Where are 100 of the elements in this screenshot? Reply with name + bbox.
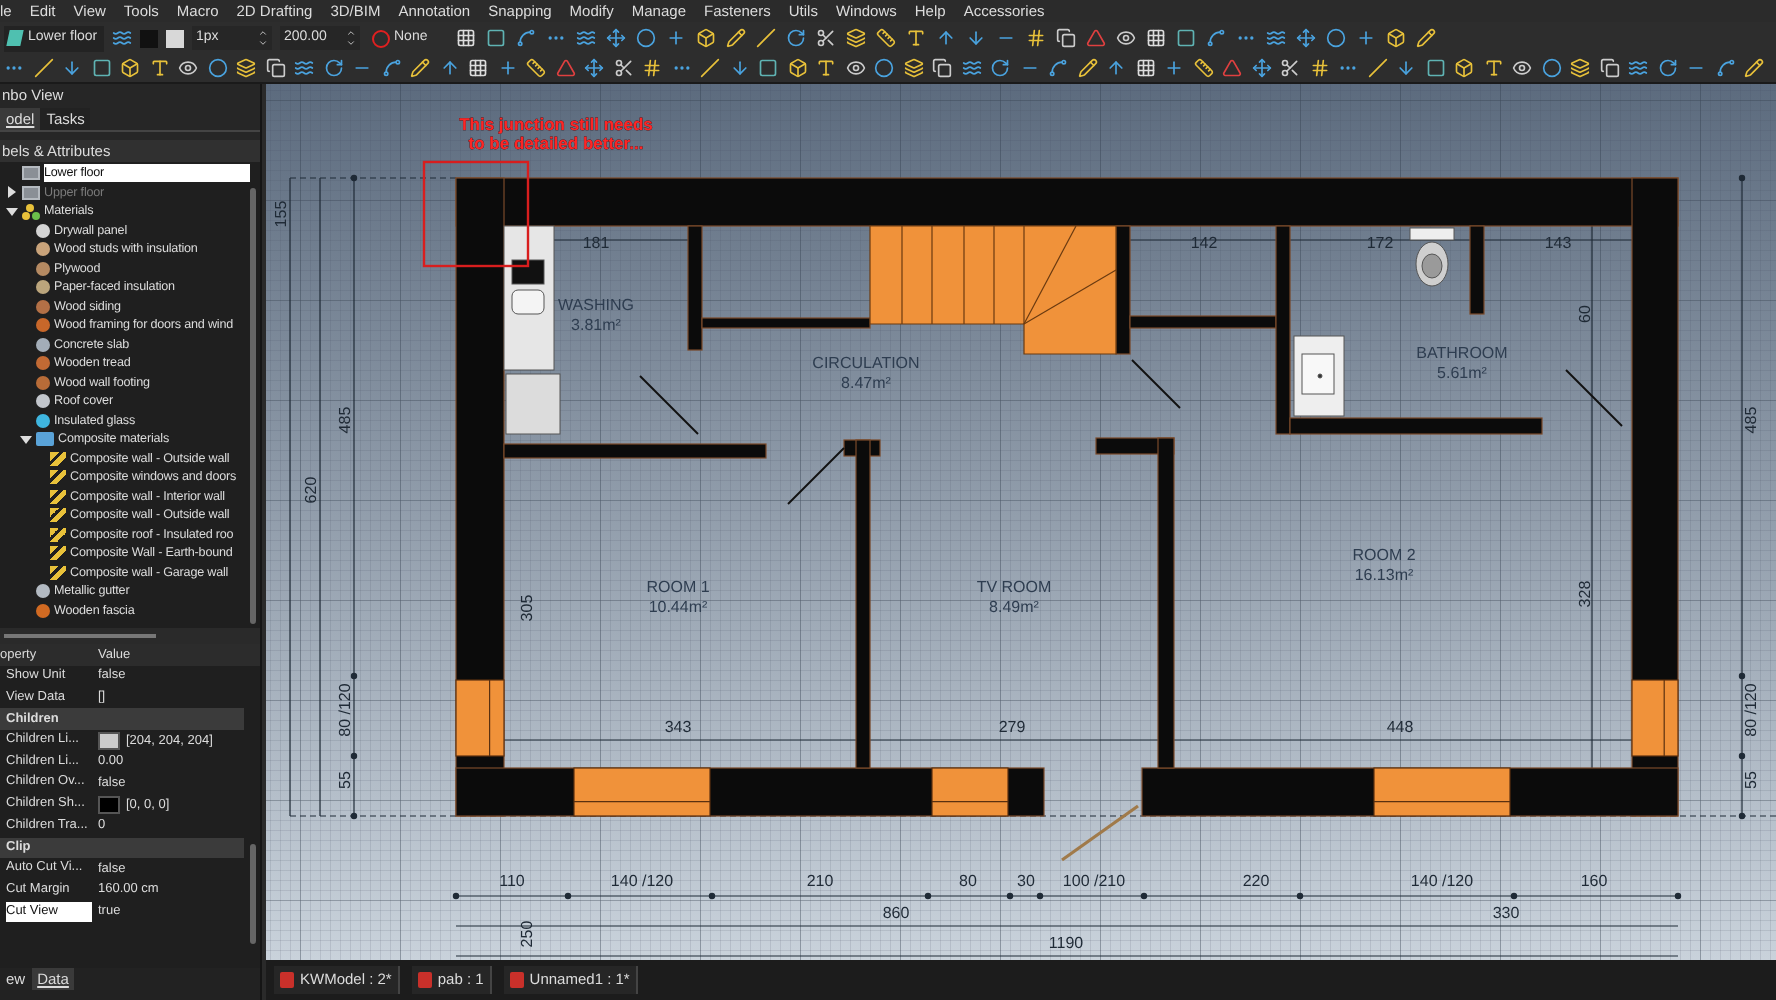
square-icon[interactable]	[1175, 28, 1196, 48]
grid-icon[interactable]	[1145, 28, 1166, 48]
curve-icon[interactable]	[381, 58, 401, 78]
arrow-up-icon[interactable]	[1106, 58, 1126, 78]
layers-icon[interactable]	[1570, 58, 1590, 78]
circle-icon[interactable]	[1325, 28, 1346, 48]
spin-arrows-icon[interactable]	[258, 28, 268, 48]
wave-icon[interactable]	[575, 28, 596, 48]
cube-icon[interactable]	[695, 28, 716, 48]
copy-icon[interactable]	[932, 58, 952, 78]
color-swatch[interactable]	[98, 795, 120, 814]
arrow-down-icon[interactable]	[1396, 58, 1416, 78]
layers-icon[interactable]	[236, 58, 256, 78]
line-icon[interactable]	[33, 58, 53, 78]
copy-icon[interactable]	[1599, 58, 1619, 78]
triangle-icon[interactable]	[555, 58, 575, 78]
scrollbar-thumb[interactable]	[250, 844, 256, 944]
letter-icon[interactable]	[816, 58, 836, 78]
grid-icon[interactable]	[1135, 58, 1155, 78]
copy-icon[interactable]	[265, 58, 285, 78]
circle-icon[interactable]	[1541, 58, 1561, 78]
plus-icon[interactable]	[1164, 58, 1184, 78]
cube-icon[interactable]	[120, 58, 140, 78]
cube-icon[interactable]	[1385, 28, 1406, 48]
hash-icon[interactable]	[1025, 28, 1046, 48]
eye-icon[interactable]	[845, 58, 865, 78]
rotate-icon[interactable]	[990, 58, 1010, 78]
room-name: WASHING	[558, 296, 634, 314]
circle-icon[interactable]	[207, 58, 227, 78]
letter-icon[interactable]	[149, 58, 169, 78]
wave-icon[interactable]	[294, 58, 314, 78]
arrow-down-icon[interactable]	[62, 58, 82, 78]
ruler-icon[interactable]	[875, 28, 896, 48]
line-icon[interactable]	[1367, 58, 1387, 78]
move-icon[interactable]	[584, 58, 604, 78]
scissors-icon[interactable]	[1280, 58, 1300, 78]
scissors-icon[interactable]	[613, 58, 633, 78]
layers-icon[interactable]	[845, 28, 866, 48]
arrow-up-icon[interactable]	[439, 58, 459, 78]
pencil-icon[interactable]	[410, 58, 430, 78]
pencil-icon[interactable]	[1744, 58, 1764, 78]
ruler-icon[interactable]	[1193, 58, 1213, 78]
color-swatch[interactable]	[98, 731, 120, 750]
hash-icon[interactable]	[1309, 58, 1329, 78]
ruler-icon[interactable]	[526, 58, 546, 78]
scissors-icon[interactable]	[815, 28, 836, 48]
arrow-down-icon[interactable]	[965, 28, 986, 48]
dimension-label: 485	[336, 406, 354, 434]
pencil-icon[interactable]	[725, 28, 746, 48]
square-icon[interactable]	[91, 58, 111, 78]
rotate-icon[interactable]	[323, 58, 343, 78]
line-color-swatch[interactable]	[140, 29, 158, 47]
eye-icon[interactable]	[178, 58, 198, 78]
pencil-icon[interactable]	[1077, 58, 1097, 78]
curve-icon[interactable]	[1715, 58, 1735, 78]
rotate-icon[interactable]	[785, 28, 806, 48]
circle-icon[interactable]	[874, 58, 894, 78]
eye-icon[interactable]	[1115, 28, 1136, 48]
eye-icon[interactable]	[1512, 58, 1532, 78]
layers-icon[interactable]	[903, 58, 923, 78]
triangle-icon[interactable]	[1222, 58, 1242, 78]
square-icon[interactable]	[485, 28, 506, 48]
line-icon[interactable]	[700, 58, 720, 78]
line-icon[interactable]	[755, 28, 776, 48]
wave-icon[interactable]	[1628, 58, 1648, 78]
spin-arrows-icon[interactable]	[346, 28, 356, 48]
dimension-label: 30	[1017, 872, 1035, 890]
copy-icon[interactable]	[1055, 28, 1076, 48]
plus-icon[interactable]	[1355, 28, 1376, 48]
letter-icon[interactable]	[1483, 58, 1503, 78]
rotate-icon[interactable]	[1657, 58, 1677, 78]
hash-icon[interactable]	[642, 58, 662, 78]
letter-icon[interactable]	[905, 28, 926, 48]
cube-icon[interactable]	[1454, 58, 1474, 78]
cube-icon[interactable]	[787, 58, 807, 78]
move-icon[interactable]	[1295, 28, 1316, 48]
dimension-label: 142	[1190, 234, 1218, 252]
scrollbar-thumb[interactable]	[4, 634, 156, 638]
pencil-icon[interactable]	[1415, 28, 1436, 48]
curve-icon[interactable]	[515, 28, 536, 48]
room-area: 3.81m²	[571, 316, 621, 334]
grid-icon[interactable]	[455, 28, 476, 48]
move-icon[interactable]	[605, 28, 626, 48]
arrow-up-icon[interactable]	[935, 28, 956, 48]
curve-icon[interactable]	[1205, 28, 1226, 48]
square-icon[interactable]	[758, 58, 778, 78]
wave-icon[interactable]	[112, 28, 132, 48]
plus-icon[interactable]	[497, 58, 517, 78]
grid-icon[interactable]	[468, 58, 488, 78]
plus-icon[interactable]	[665, 28, 686, 48]
wave-icon[interactable]	[961, 58, 981, 78]
move-icon[interactable]	[1251, 58, 1271, 78]
wave-icon[interactable]	[1265, 28, 1286, 48]
scrollbar-thumb[interactable]	[250, 188, 256, 624]
triangle-icon[interactable]	[1085, 28, 1106, 48]
arrow-down-icon[interactable]	[729, 58, 749, 78]
face-color-swatch[interactable]	[166, 29, 184, 47]
circle-icon[interactable]	[635, 28, 656, 48]
square-icon[interactable]	[1425, 58, 1445, 78]
curve-icon[interactable]	[1048, 58, 1068, 78]
